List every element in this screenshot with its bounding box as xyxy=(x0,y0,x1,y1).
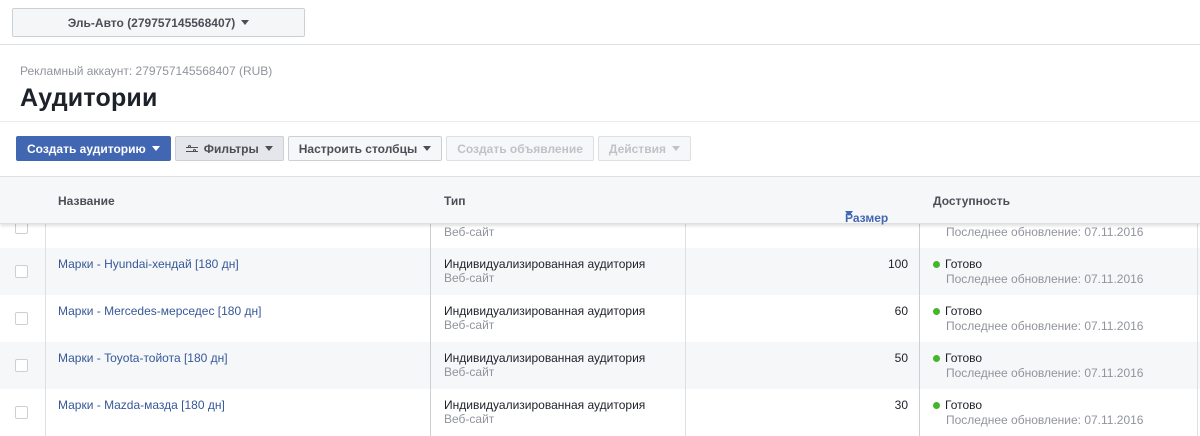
audience-size: 50 xyxy=(894,351,908,365)
audience-size: 100 xyxy=(887,257,908,271)
audience-type: Индивидуализированная аудитория xyxy=(444,257,646,271)
type-subtitle: Веб-сайт xyxy=(444,318,495,332)
column-header-availability[interactable]: Доступность xyxy=(933,194,1010,208)
status-badge: Готово xyxy=(933,257,982,271)
table-row[interactable]: Марки - Mazda-мазда [180 дн] Индивидуали… xyxy=(0,389,1200,436)
create-audience-label: Создать аудиторию xyxy=(27,141,146,156)
create-ad-button[interactable]: Создать объявление xyxy=(446,136,594,161)
account-selector-label: Эль-Авто (279757145568407) xyxy=(67,15,236,30)
chevron-down-icon xyxy=(423,146,432,151)
table-row[interactable]: Марки - Toyota-тойота [180 дн] Индивидуа… xyxy=(0,342,1200,389)
audience-type: Индивидуализированная аудитория xyxy=(444,351,646,365)
table-row[interactable]: Марки - Mercedes-мерседес [180 дн] Индив… xyxy=(0,295,1200,342)
create-audience-button[interactable]: Создать аудиторию xyxy=(16,136,171,161)
actions-button[interactable]: Действия xyxy=(597,136,691,161)
audience-size: 60 xyxy=(894,304,908,318)
audience-type: Индивидуализированная аудитория xyxy=(444,304,646,318)
row-checkbox[interactable] xyxy=(15,265,28,278)
status-text: Готово xyxy=(945,304,983,318)
account-selector[interactable]: Эль-Авто (279757145568407) xyxy=(12,8,305,37)
last-updated: Последнее обновление: 07.11.2016 xyxy=(946,319,1144,333)
status-dot-icon xyxy=(933,354,940,362)
last-updated: Последнее обновление: 07.11.2016 xyxy=(946,413,1144,427)
audience-name-link[interactable]: Марки - Hyundai-хендай [180 дн] xyxy=(58,257,239,271)
sliders-icon xyxy=(185,144,198,154)
status-text: Готово xyxy=(945,351,983,365)
audience-name-link[interactable]: Марки - Mazda-мазда [180 дн] xyxy=(58,398,225,412)
toolbar: Создать аудиторию Фильтры Настроить стол… xyxy=(16,136,691,161)
status-text: Готово xyxy=(945,257,983,271)
ad-account-info: Рекламный аккаунт: 279757145568407 (RUB) xyxy=(20,64,273,78)
last-updated: Последнее обновление: 07.11.2016 xyxy=(946,272,1144,286)
filters-label: Фильтры xyxy=(203,141,259,156)
create-ad-label: Создать объявление xyxy=(457,141,583,156)
filters-button[interactable]: Фильтры xyxy=(174,136,284,161)
type-subtitle: Веб-сайт xyxy=(444,412,495,426)
customize-columns-label: Настроить столбцы xyxy=(298,141,418,156)
chevron-down-icon xyxy=(151,146,160,151)
type-subtitle: Веб-сайт xyxy=(444,365,495,379)
table-header: Название Тип Размер Доступность xyxy=(0,177,1200,225)
table-row[interactable]: Марки - Hyundai-хендай [180 дн] Индивиду… xyxy=(0,248,1200,295)
status-text: Готово xyxy=(945,398,983,412)
customize-columns-button[interactable]: Настроить столбцы xyxy=(287,136,443,161)
type-subtitle: Веб-сайт xyxy=(444,271,495,285)
row-checkbox[interactable] xyxy=(15,406,28,419)
last-updated: Последнее обновление: 07.11.2016 xyxy=(946,366,1144,380)
last-updated: Последнее обновление: 07.11.2016 xyxy=(946,225,1144,239)
status-dot-icon xyxy=(933,307,940,315)
audience-size: 30 xyxy=(894,398,908,412)
audience-name-link[interactable]: Марки - Toyota-тойота [180 дн] xyxy=(58,351,228,365)
status-badge: Готово xyxy=(933,304,982,318)
sort-descending-icon xyxy=(845,211,853,216)
audience-type: Индивидуализированная аудитория xyxy=(444,398,646,412)
status-badge: Готово xyxy=(933,398,982,412)
row-checkbox[interactable] xyxy=(15,312,28,325)
row-checkbox[interactable] xyxy=(15,359,28,372)
page-title: Аудитории xyxy=(20,84,158,112)
status-badge: Готово xyxy=(933,351,982,365)
type-subtitle: Веб-сайт xyxy=(444,225,495,239)
actions-label: Действия xyxy=(608,141,666,156)
column-header-type[interactable]: Тип xyxy=(444,194,466,208)
status-dot-icon xyxy=(933,260,940,268)
chevron-down-icon xyxy=(264,146,273,151)
top-bar: Эль-Авто (279757145568407) xyxy=(0,0,1200,45)
status-dot-icon xyxy=(933,401,940,409)
audiences-table: Веб-сайт Последнее обновление: 07.11.201… xyxy=(0,176,1200,436)
column-header-name[interactable]: Название xyxy=(58,194,115,208)
audience-name-link[interactable]: Марки - Mercedes-мерседес [180 дн] xyxy=(58,304,261,318)
divider xyxy=(0,121,1200,122)
chevron-down-icon xyxy=(241,20,250,25)
chevron-down-icon xyxy=(671,146,680,151)
